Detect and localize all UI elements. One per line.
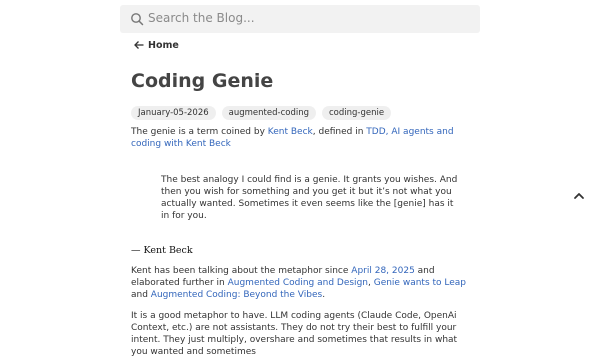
post-title: Coding Genie <box>131 70 274 92</box>
paragraph-history: Kent has been talking about the metaphor… <box>131 265 476 301</box>
blockquote: The best analogy I could find is a genie… <box>161 175 458 221</box>
link-kent-beck[interactable]: Kent Beck <box>268 127 313 137</box>
search-placeholder[interactable]: Search the Blog... <box>148 11 255 25</box>
intro-text-1: The genie is a term coined by <box>131 127 268 137</box>
paragraph-intro: The genie is a term coined by Kent Beck,… <box>131 126 471 150</box>
tag-list: January-05-2026 augmented-coding coding-… <box>131 106 392 120</box>
history-text-1: Kent has been talking about the metaphor… <box>131 266 352 276</box>
history-text-5: . <box>322 290 326 300</box>
intro-text-2: , defined in <box>312 127 367 137</box>
tag-coding-genie[interactable]: coding-genie <box>321 106 392 120</box>
home-label[interactable]: Home <box>148 40 179 51</box>
link-genie-leap[interactable]: Genie wants to Leap <box>374 278 466 288</box>
chevron-up-icon[interactable] <box>573 190 585 202</box>
quote-attribution: — Kent Beck <box>131 245 193 256</box>
content-column: Search the Blog... Home Coding Genie Jan… <box>120 0 482 357</box>
home-link[interactable]: Home <box>134 40 179 51</box>
search-bar[interactable]: Search the Blog... <box>120 5 480 33</box>
search-icon <box>131 13 144 26</box>
link-april-date[interactable]: April 28, 2025 <box>351 266 415 276</box>
tag-date[interactable]: January-05-2026 <box>131 106 216 120</box>
arrow-left-icon <box>134 41 144 49</box>
link-augmented-coding-design[interactable]: Augmented Coding and Design <box>228 278 368 288</box>
paragraph-metaphor: It is a good metaphor to have. LLM codin… <box>131 311 458 357</box>
link-beyond-vibes[interactable]: Augmented Coding: Beyond the Vibes <box>151 290 322 300</box>
history-text-4: and <box>131 290 151 300</box>
tag-augmented-coding[interactable]: augmented-coding <box>221 106 316 120</box>
